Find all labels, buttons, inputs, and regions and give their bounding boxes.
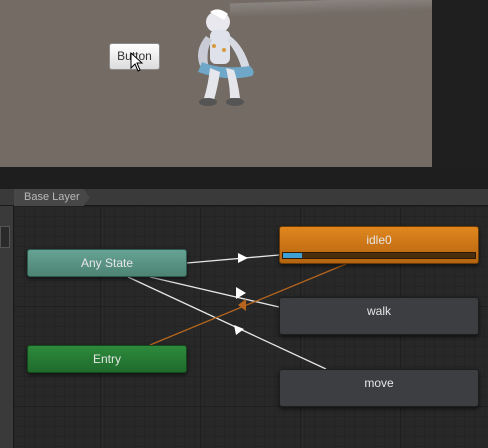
- game-view-side-panel: [432, 0, 488, 167]
- animator-window: Base Layer Any State Entry idle0 walk mo…: [0, 189, 488, 448]
- transition-arrow-icon: [238, 253, 248, 263]
- state-any-state[interactable]: Any State: [27, 249, 187, 277]
- state-move[interactable]: move: [279, 369, 479, 407]
- transition-any-to-idle[interactable]: [186, 254, 280, 264]
- state-entry[interactable]: Entry: [27, 345, 187, 373]
- default-transition-arrow-icon: [238, 299, 246, 311]
- state-label: walk: [366, 304, 391, 318]
- transition-any-to-walk[interactable]: [149, 276, 280, 308]
- state-label: idle0: [366, 233, 392, 247]
- transition-arrow-icon: [236, 287, 246, 299]
- panel-divider: [0, 167, 488, 189]
- state-progress-fill: [283, 253, 303, 258]
- state-progress-bar: [282, 252, 476, 259]
- mouse-cursor-icon: [130, 52, 144, 72]
- state-label: move: [364, 376, 394, 390]
- game-view: Button: [0, 0, 432, 167]
- state-idle0[interactable]: idle0: [279, 226, 479, 264]
- state-walk[interactable]: walk: [279, 297, 479, 335]
- transition-arrow-icon: [234, 325, 244, 335]
- character-model: [198, 9, 254, 106]
